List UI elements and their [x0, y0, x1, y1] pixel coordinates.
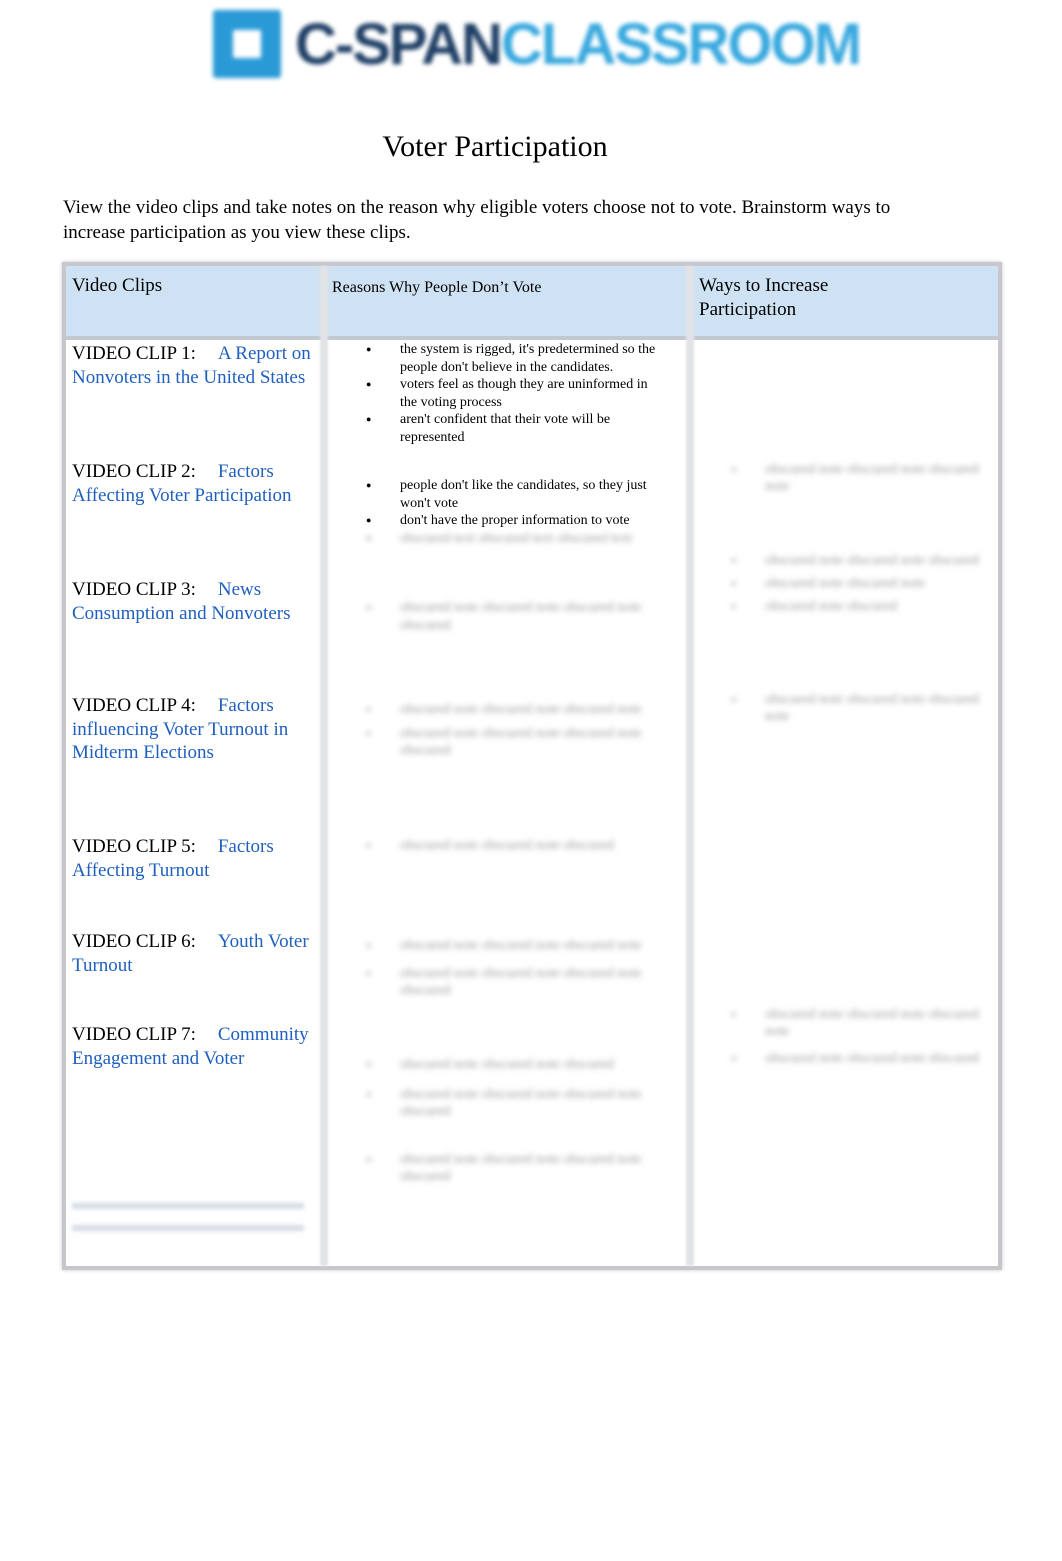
- reason-item-obscured: obscured note obscured note obscured not…: [366, 965, 666, 1000]
- reason-item-obscured: obscured note obscured note obscured not…: [366, 937, 666, 955]
- clip-item-5: VIDEO CLIP 5: Factors Affecting Turnout: [72, 835, 312, 882]
- clip-item-7: VIDEO CLIP 7: Community Engagement and Vo…: [72, 1023, 312, 1070]
- reasons-list-clip-2: people don't like the candidates, so the…: [366, 477, 666, 547]
- ways-list-clip-2: obscured note obscured note obscured not…: [731, 461, 991, 495]
- reason-item: the system is rigged, it's predetermined…: [366, 341, 666, 376]
- reasons-list-clip-4: obscured note obscured note obscured not…: [366, 701, 666, 760]
- reason-item: don't have the proper information to vot…: [366, 512, 666, 530]
- header-ways: Ways to Increase Participation: [699, 275, 829, 320]
- clip-label: VIDEO CLIP 3:: [72, 579, 196, 600]
- header-reasons: Reasons Why People Don’t Vote: [332, 279, 542, 296]
- reason-item-obscured: obscured note obscured note obscured: [366, 837, 666, 855]
- logo-mark-icon: [213, 10, 281, 78]
- reason-item-obscured: obscured note obscured note obscured not…: [366, 725, 666, 760]
- clip-label: VIDEO CLIP 2:: [72, 461, 196, 482]
- clip-label: VIDEO CLIP 7:: [72, 1024, 196, 1045]
- way-item-obscured: obscured note obscured: [731, 598, 991, 615]
- column-divider: [320, 266, 328, 1266]
- intro-text: View the video clips and take notes on t…: [63, 197, 891, 243]
- reasons-list-clip-5: obscured note obscured note obscured: [366, 837, 666, 855]
- cspan-classroom-logo: C-SPAN CLASSROOM: [213, 10, 862, 78]
- reasons-list-clip-6: obscured note obscured note obscured not…: [366, 937, 666, 1000]
- reason-item-obscured: obscured note obscured note obscured not…: [366, 701, 666, 719]
- reason-item-obscured: obscured note obscured note obscured not…: [366, 1086, 666, 1121]
- reason-item-obscured: obscured note obscured note obscured not…: [366, 599, 666, 634]
- way-item-obscured: obscured note obscured note: [731, 575, 991, 592]
- reasons-list-clip-1: the system is rigged, it's predetermined…: [366, 341, 666, 446]
- clip-item-6: VIDEO CLIP 6: Youth Voter Turnout: [72, 930, 312, 977]
- way-item-obscured: obscured note obscured note obscured: [731, 1050, 991, 1067]
- clip-label: VIDEO CLIP 4:: [72, 695, 196, 716]
- reason-item-obscured: obscured note obscured note obscured not…: [366, 1151, 666, 1186]
- notes-table: Video Clips Reasons Why People Don’t Vot…: [62, 262, 1002, 1270]
- clip-item-1: VIDEO CLIP 1: A Report on Nonvoters in th…: [72, 342, 312, 389]
- logo-text-classroom: CLASSROOM: [501, 11, 862, 77]
- clip-label: VIDEO CLIP 6:: [72, 931, 196, 952]
- reason-item: aren't confident that their vote will be…: [366, 411, 666, 446]
- reason-item-obscured: obscured note obscured note obscured: [366, 1056, 666, 1074]
- clip-item-4: VIDEO CLIP 4: Factors influencing Voter T…: [72, 694, 312, 765]
- way-item-obscured: obscured note obscured note obscured not…: [731, 691, 991, 725]
- page-title: Voter Participation: [382, 130, 608, 163]
- clip-label: VIDEO CLIP 1:: [72, 343, 196, 364]
- clip-label: VIDEO CLIP 5:: [72, 836, 196, 857]
- way-item-obscured: obscured note obscured note obscured not…: [731, 1006, 991, 1040]
- ways-list-clip-3: obscured note obscured note obscured obs…: [731, 552, 991, 615]
- ways-list-clip-4: obscured note obscured note obscured not…: [731, 691, 991, 725]
- clip-item-2: VIDEO CLIP 2: Factors Affecting Voter Par…: [72, 460, 312, 507]
- way-item-obscured: obscured note obscured note obscured not…: [731, 461, 991, 495]
- blurred-link-underline: [72, 1201, 304, 1231]
- reasons-list-clip-3: obscured note obscured note obscured not…: [366, 599, 666, 634]
- column-divider: [686, 266, 694, 1266]
- clip-item-3: VIDEO CLIP 3: News Consumption and Nonvot…: [72, 578, 312, 625]
- way-item-obscured: obscured note obscured note obscured: [731, 552, 991, 569]
- reason-item-obscured: obscured text obscured text obscured tex…: [366, 530, 666, 548]
- ways-list-clip-7: obscured note obscured note obscured not…: [731, 1006, 991, 1067]
- logo-text-cspan: C-SPAN: [295, 11, 503, 77]
- reason-item: people don't like the candidates, so the…: [366, 477, 666, 512]
- reason-item: voters feel as though they are uninforme…: [366, 376, 666, 411]
- reasons-list-clip-7: obscured note obscured note obscured obs…: [366, 1056, 666, 1186]
- header-video-clips: Video Clips: [72, 275, 163, 296]
